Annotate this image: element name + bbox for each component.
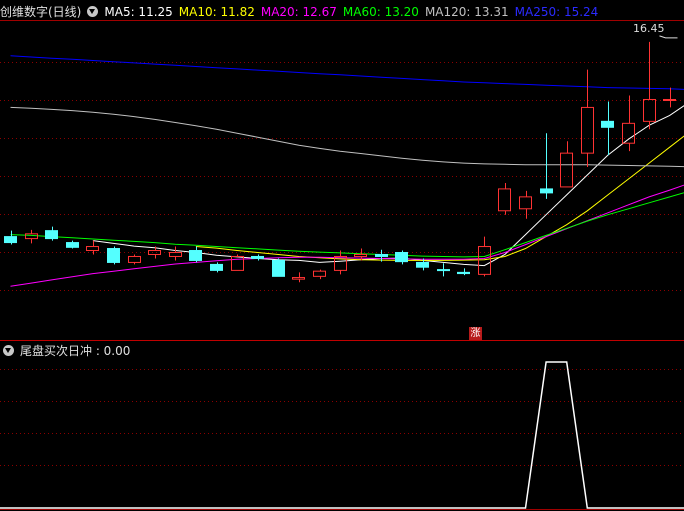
candlestick bbox=[107, 246, 120, 265]
collapse-icon[interactable] bbox=[87, 6, 99, 17]
indicator-series bbox=[0, 361, 684, 509]
candle-body bbox=[643, 98, 656, 122]
candlestick bbox=[643, 41, 656, 130]
candle-body bbox=[86, 246, 99, 252]
candlestick bbox=[395, 250, 408, 265]
candle-body bbox=[395, 252, 408, 263]
candlestick bbox=[663, 87, 676, 108]
ma20-label: MA20: 12.67 bbox=[260, 5, 337, 19]
peak-marker bbox=[659, 35, 678, 39]
candle-body bbox=[375, 253, 388, 257]
candle-body bbox=[107, 248, 120, 263]
candle-body bbox=[66, 242, 79, 248]
collapse-icon[interactable] bbox=[3, 345, 14, 356]
candlestick bbox=[66, 240, 79, 249]
candlestick bbox=[560, 141, 573, 188]
candlestick bbox=[292, 272, 305, 283]
candle-body bbox=[416, 261, 429, 268]
candle-body bbox=[148, 250, 161, 255]
kline-chart bbox=[0, 20, 684, 510]
candle-body bbox=[189, 250, 202, 261]
candle-body bbox=[272, 259, 285, 277]
candlestick bbox=[231, 254, 244, 271]
ma10-line bbox=[195, 122, 684, 261]
candle-body bbox=[251, 255, 264, 259]
ma5-label: MA5: 11.25 bbox=[104, 5, 173, 19]
candle-body bbox=[169, 252, 182, 257]
candlestick bbox=[498, 182, 511, 215]
candlestick bbox=[210, 262, 223, 273]
candlestick bbox=[189, 246, 202, 263]
candlestick bbox=[437, 263, 450, 277]
candle-body bbox=[478, 246, 491, 275]
candle-body bbox=[581, 106, 594, 154]
indicator-label: 尾盘买次日冲 : 0.00 bbox=[20, 344, 131, 358]
candle-body bbox=[128, 255, 141, 263]
candle-body bbox=[457, 271, 470, 275]
peak-price-label: 16.45 bbox=[633, 22, 665, 35]
candlestick bbox=[169, 246, 182, 261]
candle-body bbox=[313, 270, 326, 277]
ma5-line bbox=[92, 91, 684, 267]
ma250-line bbox=[10, 55, 684, 91]
candlestick bbox=[540, 133, 553, 199]
candlestick bbox=[519, 190, 532, 219]
ma20-line bbox=[10, 176, 684, 287]
chart-title: 创维数字(日线) bbox=[0, 5, 82, 19]
candle-body bbox=[519, 196, 532, 210]
ma120-label: MA120: 13.31 bbox=[424, 5, 509, 19]
candlestick bbox=[313, 269, 326, 280]
ma60-label: MA60: 13.20 bbox=[342, 5, 419, 19]
candlestick bbox=[581, 69, 594, 168]
candle-body bbox=[4, 236, 17, 244]
candlestick bbox=[4, 230, 17, 245]
ma10-label: MA10: 11.82 bbox=[178, 5, 255, 19]
candlestick bbox=[601, 101, 614, 156]
main-chart-header: 创维数字(日线) MA5: 11.25 MA10: 11.82 MA20: 12.67… bbox=[0, 2, 604, 22]
ma120-line bbox=[10, 106, 684, 168]
candle-body bbox=[231, 255, 244, 271]
candle-body bbox=[45, 230, 58, 240]
grid-lines bbox=[0, 20, 684, 510]
candlestick bbox=[272, 258, 285, 277]
candle-body bbox=[540, 188, 553, 194]
candlestick-series bbox=[4, 35, 678, 283]
candlestick bbox=[25, 229, 38, 244]
ma250-label: MA250: 15.24 bbox=[514, 5, 599, 19]
candle-body bbox=[210, 263, 223, 271]
limit-up-badge: 涨 bbox=[469, 327, 482, 340]
indicator-line bbox=[0, 361, 684, 509]
candle-body bbox=[622, 122, 635, 144]
candle-body bbox=[663, 98, 676, 101]
candle-body bbox=[354, 253, 367, 257]
candlestick bbox=[334, 250, 347, 275]
candlestick bbox=[457, 268, 470, 276]
candle-body bbox=[437, 269, 450, 272]
candlestick bbox=[251, 254, 264, 261]
candlestick bbox=[622, 95, 635, 152]
candlestick bbox=[128, 254, 141, 265]
candlestick bbox=[45, 226, 58, 241]
indicator-header: 尾盘买次日冲 : 0.00 bbox=[0, 341, 136, 361]
candle-body bbox=[25, 233, 38, 240]
candle-body bbox=[292, 277, 305, 280]
candle-body bbox=[498, 188, 511, 212]
candle-body bbox=[560, 152, 573, 188]
candle-body bbox=[601, 120, 614, 128]
